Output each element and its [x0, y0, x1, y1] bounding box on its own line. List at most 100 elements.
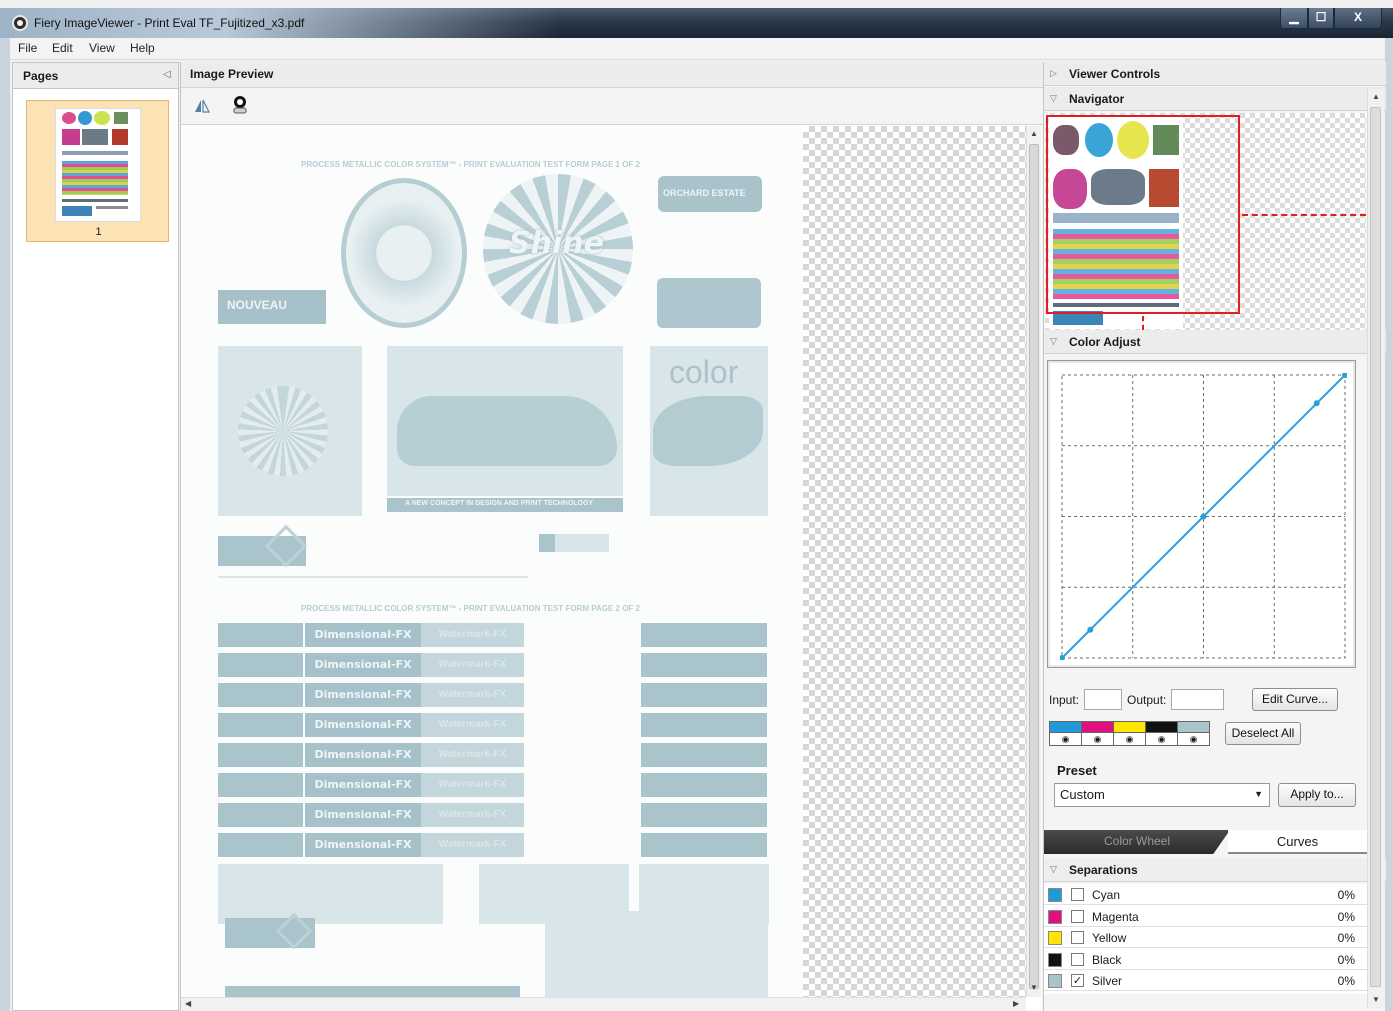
watermark-fx-label: Watermark-FX	[421, 713, 524, 737]
document-heading-page2: PROCESS METALLIC COLOR SYSTEM™ - PRINT E…	[301, 604, 640, 613]
separation-checkbox[interactable]	[1071, 909, 1084, 923]
fx-row-swatch-left	[218, 623, 303, 647]
separation-checkbox[interactable]	[1071, 952, 1084, 966]
watermark-fx-label: Watermark-FX	[421, 623, 524, 647]
menu-help[interactable]: Help	[130, 41, 155, 55]
nouveau-text: NOUVEAU	[227, 298, 288, 312]
channel-silver[interactable]: ◉	[1178, 722, 1210, 745]
curve-control-point[interactable]	[1313, 400, 1320, 407]
split-view-icon[interactable]	[193, 98, 211, 114]
pages-panel-header: Pages ◁	[13, 63, 178, 89]
preset-dropdown[interactable]: Custom ▼	[1054, 783, 1270, 807]
separation-percent: 0%	[1337, 952, 1355, 967]
tab-color-wheel[interactable]: Color Wheel	[1044, 830, 1230, 854]
menu-view[interactable]: View	[89, 41, 115, 55]
separations-header[interactable]: ▽ Separations	[1044, 858, 1386, 882]
viewer-controls-header[interactable]: ▷ Viewer Controls	[1044, 62, 1386, 86]
navigator-viewport-frame[interactable]	[1046, 115, 1240, 314]
viewer-controls-scrollbar[interactable]: ▲ ▼	[1367, 89, 1384, 1008]
image-preview-header: Image Preview	[181, 62, 1043, 88]
separation-row-magenta[interactable]: Magenta 0%	[1044, 906, 1367, 927]
dimensional-fx-label: Dimensional-FX	[305, 803, 421, 827]
curve-control-point[interactable]	[1200, 513, 1207, 520]
dropdown-caret-icon: ▼	[1254, 789, 1263, 799]
separation-name: Magenta	[1092, 909, 1139, 924]
separation-percent: 0%	[1337, 909, 1355, 924]
separation-row-silver[interactable]: ✓ Silver 0%	[1044, 970, 1367, 991]
preset-label: Preset	[1057, 763, 1097, 778]
edit-curve-button[interactable]: Edit Curve...	[1252, 688, 1338, 711]
collapse-left-icon[interactable]: ◁	[163, 69, 171, 80]
eye-icon[interactable]: ◉	[1050, 732, 1081, 745]
curve-editor[interactable]	[1047, 360, 1356, 668]
document-heading-page1: PROCESS METALLIC COLOR SYSTEM™ - PRINT E…	[301, 160, 640, 169]
apply-to-button[interactable]: Apply to...	[1278, 783, 1356, 807]
close-button[interactable]: X	[1334, 8, 1382, 29]
menu-file[interactable]: File	[18, 41, 37, 55]
footer-bar	[225, 986, 520, 997]
separation-checkbox[interactable]	[1071, 888, 1084, 901]
channel-color-swatch	[1178, 722, 1209, 732]
output-field[interactable]	[1171, 689, 1224, 710]
scroll-down-arrow-icon[interactable]: ▼	[1030, 983, 1038, 992]
separation-checkbox[interactable]	[1071, 931, 1084, 944]
channel-color-swatch	[1082, 722, 1113, 732]
fiery-app-icon[interactable]	[12, 15, 28, 31]
loupe-icon[interactable]	[231, 94, 249, 116]
separation-name: Black	[1092, 952, 1122, 967]
maximize-button[interactable]: ☐	[1308, 8, 1334, 29]
fx-row-swatch-left	[218, 773, 303, 797]
title-bar[interactable]: Fiery ImageViewer - Print Eval TF_Fujiti…	[0, 8, 1393, 38]
eye-icon[interactable]: ◉	[1146, 732, 1177, 745]
output-label: Output:	[1127, 693, 1167, 707]
color-adjust-header[interactable]: ▽ Color Adjust	[1044, 330, 1386, 354]
navigator-viewport-edge-bottom	[1142, 316, 1144, 330]
eye-icon[interactable]: ◉	[1082, 732, 1113, 745]
input-field[interactable]	[1084, 689, 1122, 710]
menu-edit[interactable]: Edit	[52, 41, 73, 55]
separation-checkbox[interactable]: ✓	[1071, 974, 1084, 987]
scroll-down-arrow-icon[interactable]: ▼	[1372, 995, 1380, 1004]
navigator-title: Navigator	[1069, 92, 1125, 106]
separation-percent: 0%	[1337, 974, 1355, 988]
preview-scroll-thumb[interactable]	[1029, 144, 1039, 989]
preview-horizontal-scrollbar[interactable]: ◀ ▶	[181, 997, 1026, 1011]
eye-icon[interactable]: ◉	[1178, 732, 1209, 745]
channel-black[interactable]: ◉	[1146, 722, 1178, 745]
scroll-up-arrow-icon[interactable]: ▲	[1372, 92, 1380, 101]
tab-curves[interactable]: Curves	[1228, 830, 1367, 854]
preview-vertical-scrollbar[interactable]: ▲ ▼	[1026, 126, 1041, 997]
navigator-header[interactable]: ▽ Navigator	[1044, 87, 1386, 111]
image-canvas[interactable]: PROCESS METALLIC COLOR SYSTEM™ - PRINT E…	[183, 126, 1026, 997]
curve-control-point[interactable]	[1087, 626, 1094, 633]
separation-row-yellow[interactable]: Yellow 0%	[1044, 927, 1367, 948]
channel-yellow[interactable]: ◉	[1114, 722, 1146, 745]
navigator-view[interactable]	[1045, 113, 1366, 332]
channel-cyan[interactable]: ◉	[1050, 722, 1082, 745]
pages-panel: Pages ◁ 1	[12, 62, 179, 1011]
fx-row-swatch-left	[218, 743, 303, 767]
page-thumbnail-1[interactable]: 1	[26, 100, 169, 242]
dimensional-fx-label: Dimensional-FX	[305, 683, 421, 707]
separation-row-black[interactable]: Black 0%	[1044, 949, 1367, 970]
image-preview-panel: Image Preview PROCESS METALLIC COLOR SYS…	[180, 62, 1043, 1011]
eye-icon[interactable]: ◉	[1114, 732, 1145, 745]
collapse-down-icon: ▽	[1050, 336, 1057, 346]
color-logo-text: color	[669, 354, 739, 390]
scroll-right-arrow-icon[interactable]: ▶	[1013, 999, 1019, 1008]
viewer-controls-title: Viewer Controls	[1069, 67, 1161, 81]
separation-row-cyan[interactable]: Cyan 0%	[1044, 884, 1367, 905]
minimize-button[interactable]: ▁	[1280, 8, 1308, 29]
separation-swatch	[1048, 931, 1062, 945]
curve-graph[interactable]	[1060, 373, 1347, 660]
scroll-up-arrow-icon[interactable]: ▲	[1030, 129, 1038, 138]
scroll-left-arrow-icon[interactable]: ◀	[185, 999, 191, 1008]
channel-magenta[interactable]: ◉	[1082, 722, 1114, 745]
expand-right-icon: ▷	[1050, 68, 1057, 78]
separations-title: Separations	[1069, 863, 1138, 877]
viewer-controls-scroll-thumb[interactable]	[1370, 107, 1381, 987]
deselect-all-button[interactable]: Deselect All	[1225, 722, 1301, 745]
channel-selector[interactable]: ◉ ◉ ◉ ◉ ◉	[1049, 721, 1210, 746]
oval-label-graphic	[341, 178, 467, 328]
navigator-viewport-edge	[1242, 214, 1366, 216]
